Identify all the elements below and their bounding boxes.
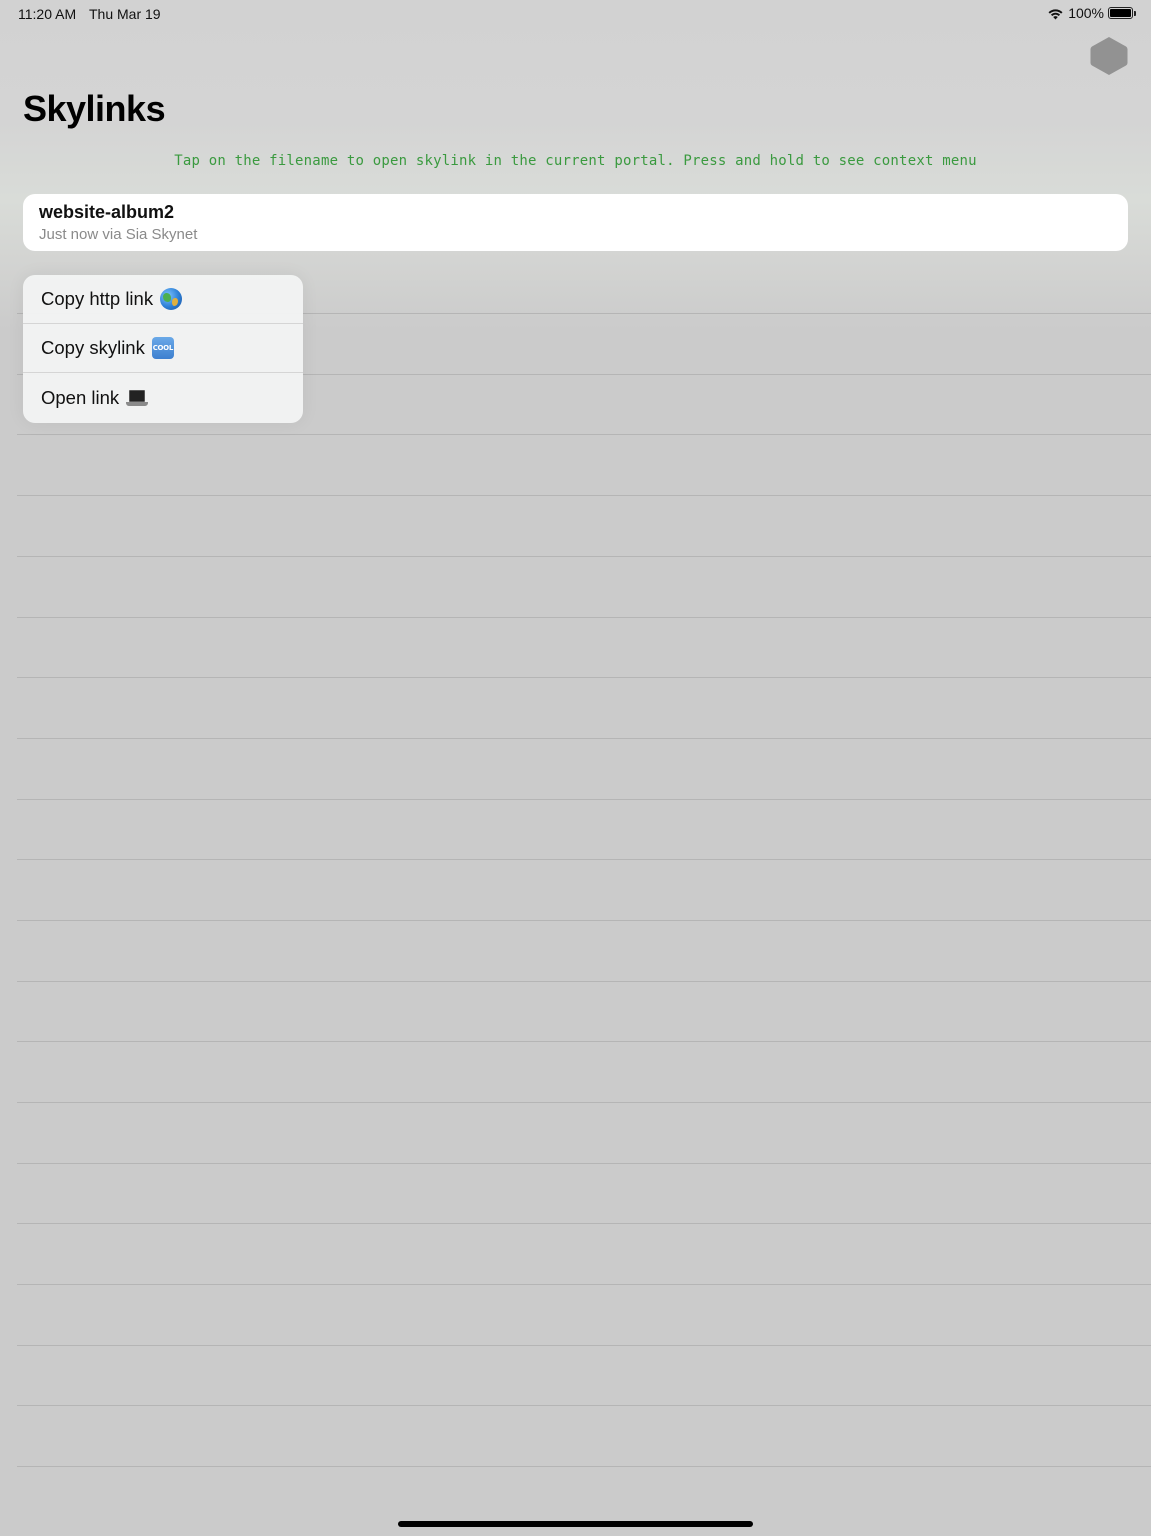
- row-separator: [17, 556, 1151, 557]
- context-menu: Copy http link Copy skylink COOL Open li…: [23, 275, 303, 423]
- status-time: 11:20 AM: [18, 6, 77, 22]
- menu-item-label: Open link: [41, 387, 120, 408]
- row-separator: [17, 1223, 1151, 1224]
- row-separator: [17, 799, 1151, 800]
- menu-item-copy-skylink[interactable]: Copy skylink COOL: [23, 324, 303, 373]
- wifi-icon: [1047, 7, 1064, 20]
- file-list-item[interactable]: website-album2 Just now via Sia Skynet: [23, 194, 1128, 251]
- row-separator: [17, 1405, 1151, 1406]
- row-separator: [17, 434, 1151, 435]
- menu-item-label: Copy skylink: [41, 337, 145, 358]
- row-separator: [17, 1163, 1151, 1164]
- file-name[interactable]: website-album2: [39, 201, 1112, 223]
- row-separator: [17, 981, 1151, 982]
- battery-icon: [1108, 7, 1136, 19]
- laptop-icon: [126, 387, 149, 409]
- status-date: Thu Mar 19: [89, 6, 161, 22]
- row-separator: [17, 1345, 1151, 1346]
- row-separator: [17, 1102, 1151, 1103]
- cool-icon: COOL: [151, 337, 174, 359]
- row-separator: [17, 1284, 1151, 1285]
- row-separator: [17, 920, 1151, 921]
- page-title: Skylinks: [23, 88, 166, 129]
- row-separator: [17, 1466, 1151, 1467]
- menu-item-label: Copy http link: [41, 288, 154, 309]
- battery-percent: 100%: [1068, 5, 1104, 21]
- row-separator: [17, 495, 1151, 496]
- row-separator: [17, 677, 1151, 678]
- file-meta: Just now via Sia Skynet: [39, 226, 198, 243]
- status-indicators: 100%: [1047, 5, 1136, 21]
- row-separator: [17, 859, 1151, 860]
- hexagon-icon[interactable]: [1088, 35, 1130, 77]
- menu-item-open-link[interactable]: Open link: [23, 373, 303, 423]
- row-separator: [17, 617, 1151, 618]
- hint-text: Tap on the filename to open skylink in t…: [174, 153, 977, 169]
- row-separator: [17, 738, 1151, 739]
- row-separator: [17, 1041, 1151, 1042]
- status-bar: 11:20 AM Thu Mar 19 100%: [0, 0, 1151, 28]
- menu-item-copy-http-link[interactable]: Copy http link: [23, 275, 303, 324]
- home-indicator[interactable]: [398, 1521, 753, 1527]
- globe-icon: [160, 288, 183, 310]
